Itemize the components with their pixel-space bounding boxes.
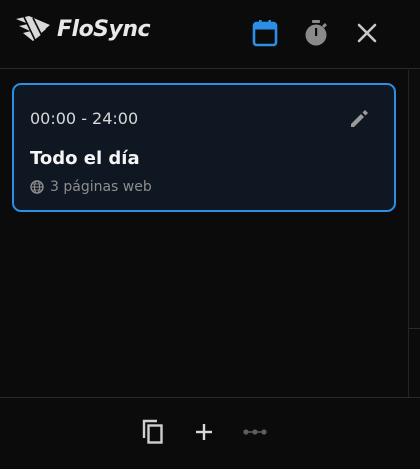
app-logo: FloSync [15, 16, 151, 42]
schedule-card[interactable]: 00:00 - 24:00 Todo el día 3 páginas web [12, 83, 396, 212]
header-bar: FloSync [0, 0, 420, 69]
close-icon [357, 23, 377, 43]
more-button[interactable] [240, 416, 270, 448]
time-range: 00:00 - 24:00 [30, 109, 139, 128]
pencil-icon [351, 110, 368, 127]
footer-toolbar [0, 397, 420, 469]
copy-icon [142, 419, 163, 444]
timer-button[interactable] [301, 18, 331, 48]
more-icon [243, 429, 267, 435]
app-name: FloSync [57, 16, 151, 42]
calendar-icon [252, 20, 278, 47]
plus-icon [196, 424, 212, 440]
logo-mark-icon [16, 16, 50, 41]
stopwatch-icon [305, 20, 327, 46]
copy-button[interactable] [138, 416, 168, 448]
websites-count: 3 páginas web [30, 179, 152, 195]
close-button[interactable] [352, 18, 382, 48]
scrollbar-thumb[interactable] [409, 70, 420, 329]
edit-button[interactable] [346, 106, 372, 132]
calendar-button[interactable] [250, 18, 280, 48]
globe-icon [30, 180, 44, 194]
app-window: FloSync 00:00 - 24:00 Todo el día 3 pági… [0, 0, 420, 469]
card-title: Todo el día [30, 148, 140, 169]
add-button[interactable] [189, 416, 219, 448]
websites-count-label: 3 páginas web [50, 179, 152, 195]
